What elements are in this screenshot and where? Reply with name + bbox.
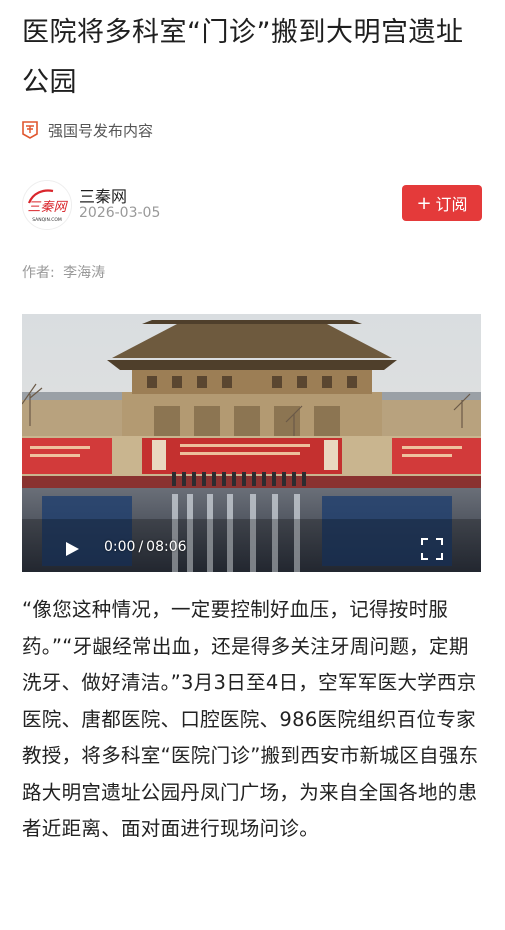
author-name[interactable]: 三秦网: [79, 183, 127, 207]
current-time: 0:00: [104, 539, 136, 555]
article-title: 医院将多科室“门诊”搬到大明宫遗址公园: [22, 17, 464, 98]
play-icon[interactable]: [64, 541, 80, 557]
subscribe-label: 订阅: [435, 195, 468, 214]
source-tag[interactable]: 强国号发布内容: [22, 118, 153, 142]
avatar[interactable]: 三秦网 SANQIN.COM: [22, 180, 72, 230]
subscribe-button[interactable]: + 订阅: [402, 185, 482, 221]
byline: 作者: 李海涛: [22, 262, 109, 282]
fullscreen-icon[interactable]: [421, 538, 443, 560]
article-body: “像您这种情况，一定要控制好血压，记得按时服药。”“牙龈经常出血，还是得多关注牙…: [22, 598, 479, 840]
video-player[interactable]: 0:00/08:06: [22, 314, 481, 572]
source-label: 强国号发布内容: [48, 121, 154, 140]
article-page: 医院将多科室“门诊”搬到大明宫遗址公园 强国号发布内容 三秦网 SANQIN.C…: [0, 0, 505, 930]
time-separator: /: [138, 539, 144, 555]
qiangguo-badge-icon: [22, 121, 38, 139]
video-time: 0:00/08:06: [104, 539, 187, 555]
avatar-logo-text: 三秦网: [27, 200, 68, 215]
author-row: 三秦网 SANQIN.COM 三秦网 2026-03-05 + 订阅: [22, 180, 482, 230]
video-frame: [22, 314, 481, 572]
video-duration: 08:06: [146, 539, 187, 555]
byline-name: 李海涛: [63, 265, 106, 281]
byline-label: 作者:: [22, 265, 55, 281]
publish-date: 2026-03-05: [79, 205, 161, 221]
plus-icon: +: [416, 192, 432, 214]
avatar-logo-sub: SANQIN.COM: [32, 217, 62, 223]
